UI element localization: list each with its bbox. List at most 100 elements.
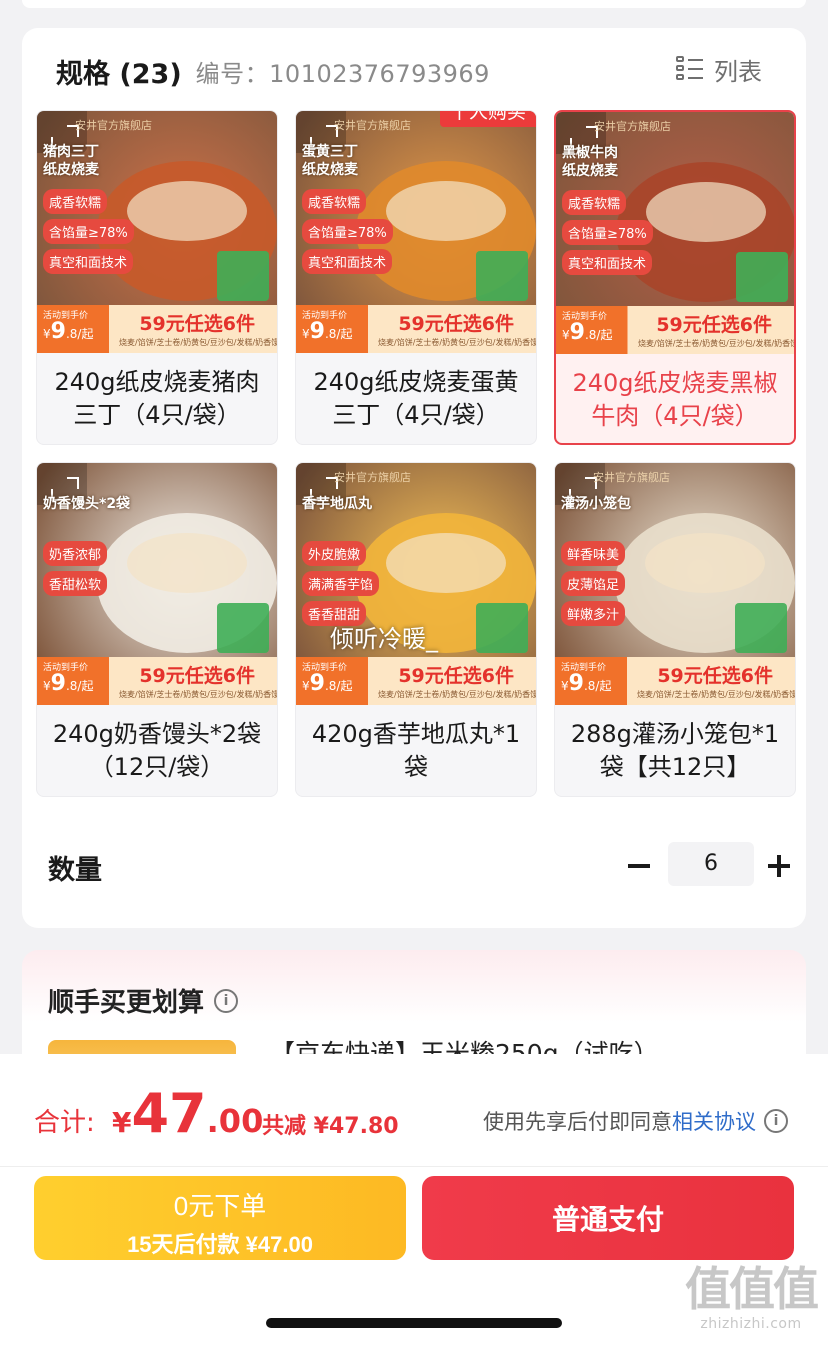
promo-currency: ¥ [302, 327, 310, 341]
variant-option[interactable]: 奶香馒头*2袋 奶香浓郁香甜松软 活动到手价 ¥9.8/起 59元任选6件 烧麦… [36, 462, 278, 797]
agreement-text: 使用先享后付即同意 [483, 1110, 672, 1134]
upsell-title-text: 顺手买更划算 [48, 988, 205, 1018]
variant-thumbnail: 安井官方旗舰店 蛋黄三丁 纸皮烧麦 咸香软糯 含馅量≥78% 真空和面技术 活动到手… [296, 111, 536, 353]
watermark-logo: 值值值 [685, 1262, 819, 1316]
list-icon [676, 56, 704, 82]
total-savings: 共减 ¥47.80 [262, 1114, 399, 1139]
promo-deal: 59元任选6件 [656, 314, 772, 336]
variant-option[interactable]: 安井官方旗舰店 猪肉三丁 纸皮烧麦 咸香软糯 含馅量≥78% 真空和面技术 活动到手… [36, 110, 278, 445]
promo-categories: 烧麦/馅饼/芝士卷/奶黄包/豆沙包/发糕/奶香馒头 [638, 339, 794, 348]
thumb-label-line1: 黑椒牛肉 [562, 145, 618, 161]
thumb-shop: 安井官方旗舰店 [75, 119, 152, 132]
thumb-tag: 皮薄馅足 [561, 571, 626, 596]
promo-price: ¥9.8/起 [302, 319, 352, 344]
promo-price-dec: .8/起 [65, 679, 94, 693]
promo-price-dec: .8/起 [324, 327, 353, 341]
thumb-label-line1: 蛋黄三丁 [302, 144, 358, 160]
thumb-tags: 咸香软糯 含馅量≥78% 真空和面技术 [43, 189, 134, 274]
list-view-toggle[interactable]: 列表 [676, 52, 762, 86]
variant-thumbnail: 安井官方旗舰店 猪肉三丁 纸皮烧麦 咸香软糯 含馅量≥78% 真空和面技术 活动到手… [37, 111, 277, 353]
promo-currency: ¥ [43, 679, 51, 693]
quantity-label: 数量 [48, 855, 102, 886]
thumb-tag: 鲜嫩多汁 [561, 601, 626, 626]
variant-option[interactable]: 安井官方旗舰店 香芋地瓜丸 外皮脆嫩 满满香芋馅 香香甜甜 倾听冷暖_ 活动到手价 … [295, 462, 537, 797]
info-icon[interactable]: i [214, 988, 239, 1013]
variant-name: 240g奶香馒头*2袋（12只/袋） [52, 720, 262, 781]
thumb-label-line2: 纸皮烧麦 [43, 162, 99, 178]
thumb-tag: 含馅量≥78% [43, 219, 134, 244]
pay-later-button[interactable]: 0元下单 15天后付款 ¥47.00 [34, 1176, 406, 1260]
agreement: 使用先享后付即同意相关协议 i [483, 1106, 788, 1136]
thumb-label-line1: 奶香馒头*2袋 [43, 496, 131, 512]
promo-price-int: 9 [50, 671, 66, 696]
thumb-label: 香芋地瓜丸 [302, 495, 372, 513]
thumb-label: 灌汤小笼包 [561, 495, 631, 513]
variant-name: 240g纸皮烧麦猪肉三丁（4只/袋） [54, 368, 260, 429]
promo-price-strip: 活动到手价 ¥9.8/起 59元任选6件 烧麦/馅饼/芝士卷/奶黄包/豆沙包/发… [37, 657, 277, 705]
site-watermark: 值值值 zhizhizhi.com [676, 1262, 826, 1332]
normal-pay-button[interactable]: 普通支付 [422, 1176, 794, 1260]
promo-price-strip: 活动到手价 ¥9.8/起 59元任选6件 烧麦/馅饼/芝士卷/奶黄包/豆沙包/发… [296, 305, 536, 353]
promo-deal: 59元任选6件 [657, 665, 773, 687]
thumb-label: 奶香馒头*2袋 [43, 495, 130, 513]
thumb-tags: 外皮脆嫩 满满香芋馅 香香甜甜 [302, 541, 380, 626]
quantity-input[interactable]: 6 [668, 842, 754, 886]
promo-deal: 59元任选6件 [139, 313, 255, 335]
thumb-label-line1: 香芋地瓜丸 [302, 496, 372, 512]
thumb-tags: 咸香软糯 含馅量≥78% 真空和面技术 [302, 189, 393, 274]
thumb-label-line2: 纸皮烧麦 [562, 163, 618, 179]
pay-later-subtitle: 15天后付款 ¥47.00 [127, 1231, 313, 1257]
promo-categories: 烧麦/馅饼/芝士卷/奶黄包/豆沙包/发糕/奶香馒头 [378, 690, 536, 699]
watermark-url: zhizhizhi.com [700, 1316, 802, 1332]
home-indicator[interactable] [266, 1318, 562, 1328]
total-currency: ¥ [112, 1106, 132, 1139]
promo-price: ¥9.8/起 [562, 320, 612, 345]
thumb-tag: 真空和面技术 [302, 249, 393, 274]
total-row: 合计: ¥47.00 共减 ¥47.80 使用先享后付即同意相关协议 i [0, 1054, 828, 1166]
thumb-label-line2: 纸皮烧麦 [302, 162, 358, 178]
promo-categories: 烧麦/馅饼/芝士卷/奶黄包/豆沙包/发糕/奶香馒头 [119, 338, 277, 347]
thumb-tag: 含馅量≥78% [302, 219, 393, 244]
promo-currency: ¥ [302, 679, 310, 693]
promo-categories: 烧麦/馅饼/芝士卷/奶黄包/豆沙包/发糕/奶香馒头 [637, 690, 795, 699]
variant-grid: 安井官方旗舰店 猪肉三丁 纸皮烧麦 咸香软糯 含馅量≥78% 真空和面技术 活动到手… [36, 110, 798, 797]
promo-price-int: 9 [568, 671, 584, 696]
variant-thumbnail: 安井官方旗舰店 灌汤小笼包 鲜香味美 皮薄馅足 鲜嫩多汁 活动到手价 ¥9.8/起 … [555, 463, 795, 705]
thumb-tags: 鲜香味美 皮薄馅足 鲜嫩多汁 [561, 541, 626, 626]
thumb-shop: 安井官方旗舰店 [334, 119, 411, 132]
thumb-tag: 真空和面技术 [43, 249, 134, 274]
thumb-tags: 奶香浓郁 香甜松软 [43, 541, 108, 596]
promo-deal: 59元任选6件 [398, 665, 514, 687]
thumb-tag: 含馅量≥78% [562, 220, 653, 245]
variant-option[interactable]: 千人购买 安井官方旗舰店 蛋黄三丁 纸皮烧麦 咸香软糯 含馅量≥78% 真空和面技术… [295, 110, 537, 445]
variant-name: 240g纸皮烧麦黑椒牛肉（4只/袋） [572, 369, 778, 430]
thumb-tag: 奶香浓郁 [43, 541, 108, 566]
promo-price-strip: 活动到手价 ¥9.8/起 59元任选6件 烧麦/馅饼/芝士卷/奶黄包/豆沙包/发… [296, 657, 536, 705]
thumb-tag: 香甜松软 [43, 571, 108, 596]
quantity-row: 数量 6 [48, 836, 790, 896]
promo-price-int: 9 [309, 319, 325, 344]
promo-price: ¥9.8/起 [302, 671, 352, 696]
promo-price-strip: 活动到手价 ¥9.8/起 59元任选6件 烧麦/馅饼/芝士卷/奶黄包/豆沙包/发… [37, 305, 277, 353]
variant-option[interactable]: 安井官方旗舰店 黑椒牛肉 纸皮烧麦 咸香软糯 含馅量≥78% 真空和面技术 活动到手… [554, 110, 796, 445]
total-price: ¥47.00 [112, 1082, 263, 1145]
info-icon[interactable]: i [764, 1109, 788, 1133]
total-amount-int: 47 [131, 1082, 207, 1145]
spec-title: 规格 (23) [56, 58, 182, 90]
quantity-increase-button[interactable] [766, 852, 794, 880]
quantity-decrease-button[interactable] [626, 852, 654, 880]
promo-price-strip: 活动到手价 ¥9.8/起 59元任选6件 烧麦/馅饼/芝士卷/奶黄包/豆沙包/发… [556, 306, 794, 354]
promo-price-int: 9 [309, 671, 325, 696]
agreement-link[interactable]: 相关协议 [672, 1110, 756, 1134]
promo-deal: 59元任选6件 [139, 665, 255, 687]
variant-option[interactable]: 安井官方旗舰店 灌汤小笼包 鲜香味美 皮薄馅足 鲜嫩多汁 活动到手价 ¥9.8/起 … [554, 462, 796, 797]
divider [0, 1166, 828, 1167]
thumb-tag: 真空和面技术 [562, 250, 653, 275]
variant-thumbnail: 安井官方旗舰店 香芋地瓜丸 外皮脆嫩 满满香芋馅 香香甜甜 倾听冷暖_ 活动到手价 … [296, 463, 536, 705]
hot-badge: 千人购买 [439, 111, 536, 127]
thumb-shop: 安井官方旗舰店 [593, 471, 670, 484]
promo-price: ¥9.8/起 [43, 671, 93, 696]
previous-card-edge [22, 0, 806, 8]
thumb-label: 猪肉三丁 纸皮烧麦 [43, 143, 99, 179]
thumb-overlay-text: 倾听冷暖_ [330, 625, 438, 653]
